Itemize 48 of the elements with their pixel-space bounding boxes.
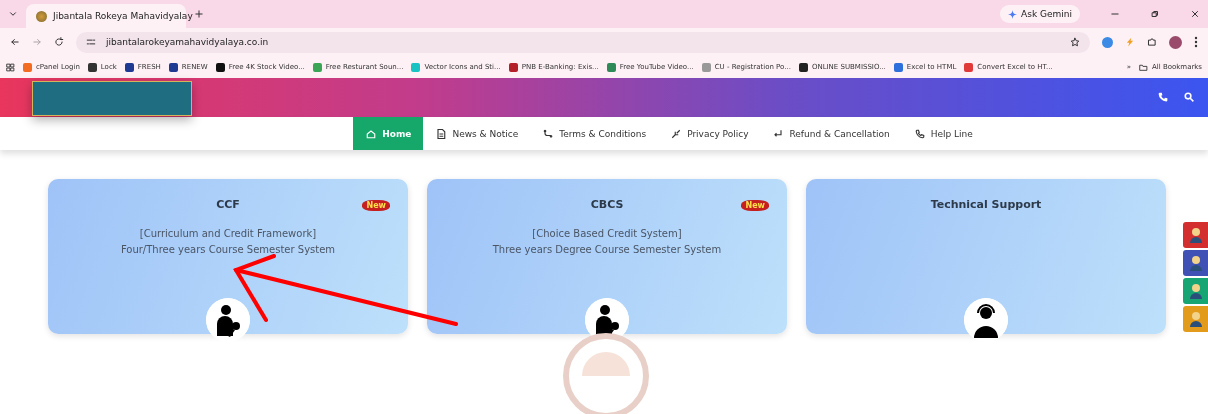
apps-icon[interactable] [6, 62, 15, 72]
person-icon [1188, 227, 1203, 243]
sparkle-icon [1008, 9, 1018, 19]
nav-icon [435, 127, 448, 140]
extension-icon[interactable] [1102, 36, 1113, 48]
folder-icon[interactable] [1139, 62, 1148, 72]
new-badge: New [362, 200, 390, 211]
phone-icon[interactable] [1158, 92, 1168, 102]
address-bar[interactable]: jibantalarokeyamahavidyalaya.co.in [76, 31, 1090, 53]
back-icon[interactable] [10, 37, 20, 47]
url-text: jibantalarokeyamahavidyalaya.co.in [106, 37, 269, 47]
nav-tab[interactable]: Refund & Cancellation [760, 117, 902, 150]
avatar-icon[interactable] [1169, 35, 1182, 49]
card-text: [Curriculum and Credit Framework] [139, 227, 317, 241]
new-badge: New [741, 200, 769, 211]
person-icon [1188, 311, 1203, 327]
side-button[interactable] [1183, 306, 1208, 332]
close-icon[interactable] [1190, 9, 1200, 19]
chevron-down-icon[interactable] [8, 9, 18, 19]
tab-title: Jibantala Rokeya Mahavidyalay [53, 11, 193, 21]
person-icon [1188, 255, 1203, 271]
site-favicon-icon [36, 10, 47, 22]
nav-tab[interactable]: Terms & Conditions [530, 117, 659, 150]
restore-icon[interactable] [1150, 9, 1160, 19]
nav-icon [913, 127, 926, 140]
nav-icon [670, 127, 683, 140]
card-text: [Choice Based Credit System] [532, 227, 682, 241]
menu-icon[interactable] [1194, 36, 1198, 48]
side-button[interactable] [1183, 278, 1208, 304]
card-text: Three years Degree Course Semester System [492, 243, 722, 257]
card-title: CBCS [590, 198, 624, 211]
card-text: Four/Three years Course Semester System [120, 243, 336, 257]
reload-icon[interactable] [54, 37, 64, 47]
nav-icon [542, 127, 555, 140]
plus-icon[interactable] [194, 9, 204, 19]
person-icon [1188, 283, 1203, 299]
ask-button[interactable]: Ask Gemini [1000, 5, 1080, 23]
search-icon[interactable] [1184, 92, 1194, 102]
side-button[interactable] [1183, 250, 1208, 276]
nav-tab[interactable]: News & Notice [423, 117, 531, 150]
side-button[interactable] [1183, 222, 1208, 248]
nav-tab[interactable]: Privacy Policy [658, 117, 761, 150]
card-title: CCF [216, 198, 240, 211]
nav-tab[interactable]: Help Line [901, 117, 985, 150]
star-icon[interactable] [1070, 37, 1080, 47]
card-title: Technical Support [930, 198, 1042, 211]
site-settings-icon[interactable] [86, 37, 96, 47]
logo-banner[interactable] [32, 81, 192, 116]
